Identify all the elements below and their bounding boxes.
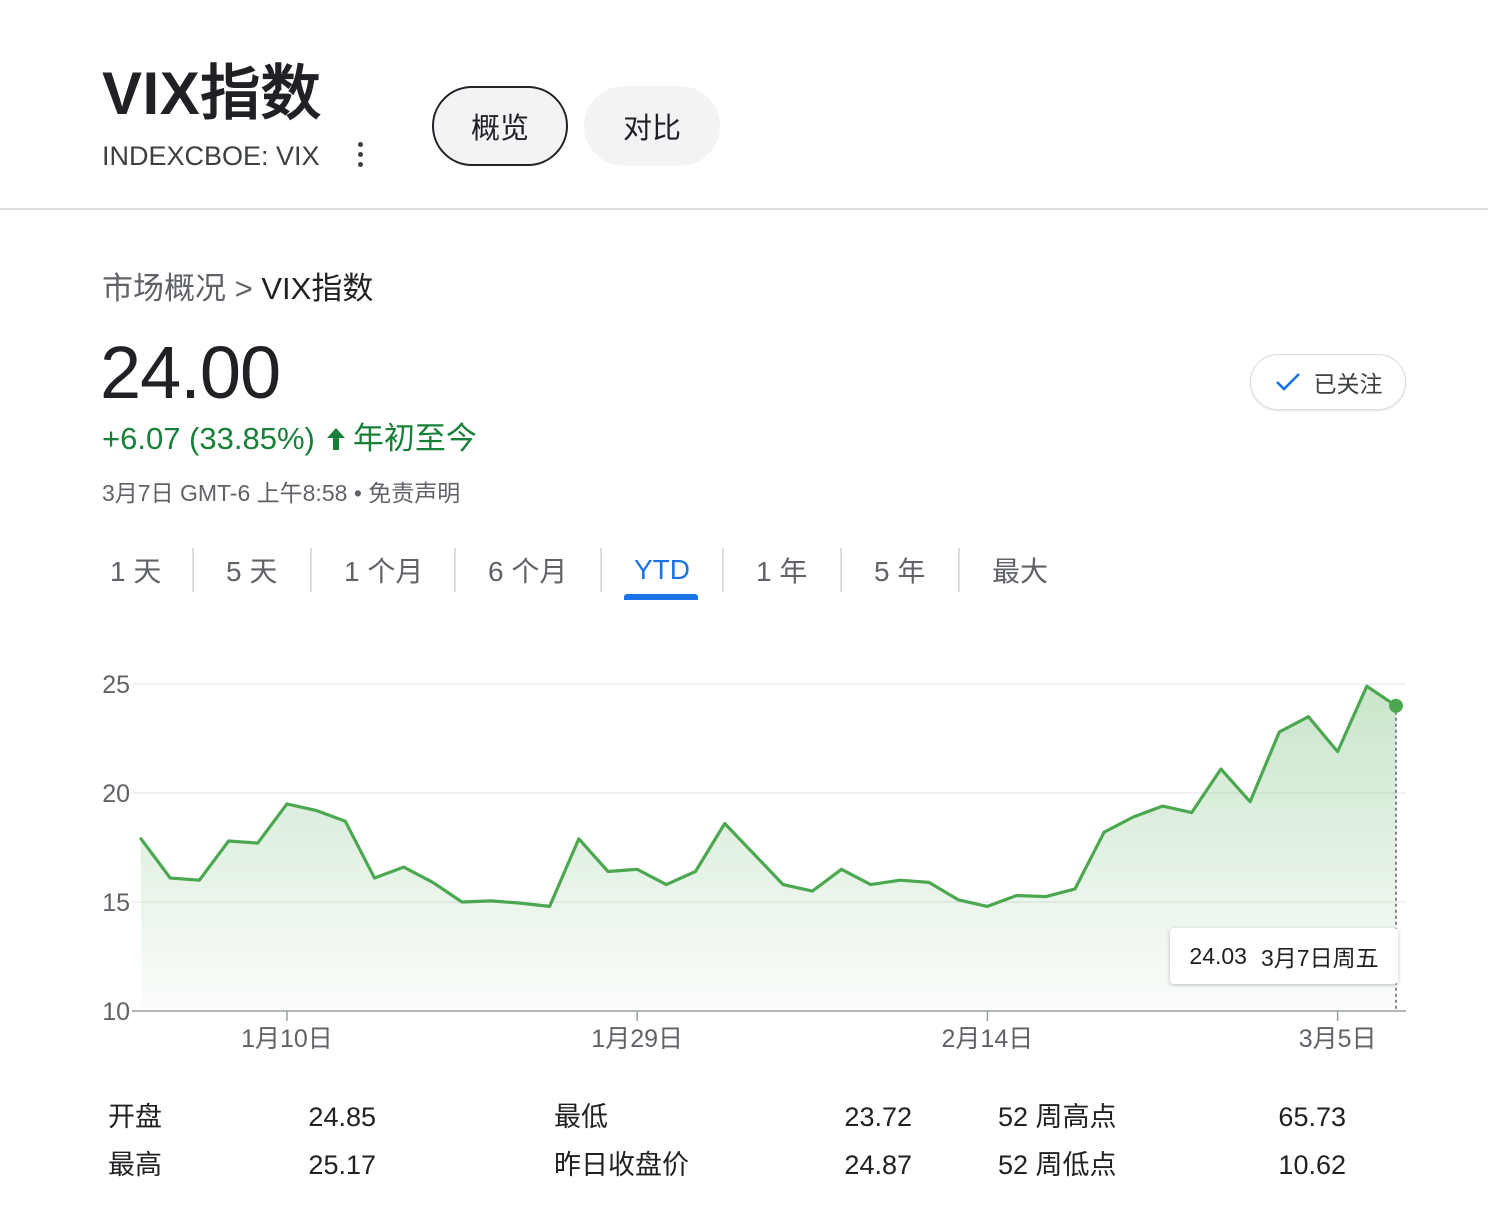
quote-timestamp: 3月7日 GMT-6 上午8:58 bbox=[102, 480, 348, 506]
range-divider bbox=[722, 548, 724, 592]
stat-52w-low-value: 10.62 bbox=[1278, 1150, 1346, 1180]
page-title: VIX指数 bbox=[102, 60, 322, 127]
range-divider bbox=[192, 548, 194, 592]
stat-open-value: 24.85 bbox=[308, 1102, 376, 1132]
breadcrumb-parent-link[interactable]: 市场概况 bbox=[102, 271, 226, 306]
ticker-symbol: INDEXCBOE: VIX bbox=[102, 141, 320, 171]
stat-52w-high-value: 65.73 bbox=[1278, 1102, 1346, 1132]
price-chart[interactable]: 25 20 15 10 1月10日 1月29日 2月14日 3月5日 bbox=[0, 640, 1488, 1060]
tab-compare[interactable]: 对比 bbox=[584, 86, 720, 166]
stat-low-value: 23.72 bbox=[844, 1102, 912, 1132]
y-tick-label: 20 bbox=[102, 780, 130, 808]
y-tick-label: 15 bbox=[102, 889, 130, 917]
header-divider bbox=[0, 208, 1488, 210]
quote-timestamp-row: 3月7日 GMT-6 上午8:58 • 免责声明 bbox=[102, 478, 460, 508]
breadcrumb-separator: > bbox=[234, 271, 253, 306]
range-5d[interactable]: 5 天 bbox=[226, 540, 277, 600]
tab-overview[interactable]: 概览 bbox=[432, 86, 568, 166]
stat-52w-low-label: 52 周低点 bbox=[998, 1150, 1117, 1180]
breadcrumb: 市场概况 > VIX指数 bbox=[102, 270, 373, 308]
range-6m[interactable]: 6 个月 bbox=[488, 540, 567, 600]
stat-high-label: 最高 bbox=[108, 1150, 162, 1180]
price-change-row: +6.07 (33.85%) 年初至今 bbox=[102, 420, 477, 458]
tooltip-date: 3月7日周五 bbox=[1260, 945, 1379, 971]
range-1d[interactable]: 1 天 bbox=[110, 540, 161, 600]
stat-52w-high-label: 52 周高点 bbox=[998, 1102, 1117, 1132]
chart-tooltip: 24.03 3月7日周五 bbox=[1170, 928, 1398, 984]
stat-prev-close-label: 昨日收盘价 bbox=[554, 1150, 689, 1180]
range-1y[interactable]: 1 年 bbox=[756, 540, 807, 600]
range-divider bbox=[454, 548, 456, 592]
range-divider bbox=[310, 548, 312, 592]
separator-dot: • bbox=[353, 480, 362, 506]
stat-prev-close-value: 24.87 bbox=[844, 1150, 912, 1180]
arrow-up-icon bbox=[326, 428, 345, 450]
check-icon bbox=[1275, 373, 1300, 391]
tooltip-value: 24.03 bbox=[1189, 942, 1247, 969]
range-ytd[interactable]: YTD bbox=[634, 540, 690, 600]
active-range-indicator bbox=[624, 594, 698, 600]
range-1m[interactable]: 1 个月 bbox=[344, 540, 423, 600]
range-selector: 1 天 5 天 1 个月 6 个月 YTD 1 年 5 年 最大 bbox=[102, 540, 1082, 604]
stat-high-value: 25.17 bbox=[308, 1150, 376, 1180]
x-tick-label: 1月10日 bbox=[241, 1025, 333, 1053]
period-label: 年初至今 bbox=[352, 421, 477, 456]
stat-low-label: 最低 bbox=[554, 1102, 608, 1132]
range-divider bbox=[600, 548, 602, 592]
y-tick-label: 10 bbox=[102, 998, 130, 1026]
more-vert-icon[interactable] bbox=[348, 138, 372, 172]
follow-button[interactable]: 已关注 bbox=[1250, 354, 1406, 410]
chart-last-point bbox=[1389, 698, 1403, 713]
disclaimer-link[interactable]: 免责声明 bbox=[368, 480, 460, 506]
follow-label: 已关注 bbox=[1313, 371, 1383, 397]
range-divider bbox=[840, 548, 842, 592]
breadcrumb-current: VIX指数 bbox=[261, 271, 374, 306]
range-max[interactable]: 最大 bbox=[992, 540, 1048, 600]
y-tick-label: 25 bbox=[102, 671, 130, 699]
range-5y[interactable]: 5 年 bbox=[874, 540, 925, 600]
x-tick-label: 1月29日 bbox=[591, 1025, 683, 1053]
current-price: 24.00 bbox=[100, 331, 281, 414]
range-divider bbox=[958, 548, 960, 592]
price-change: +6.07 (33.85%) bbox=[102, 421, 315, 456]
stat-open-label: 开盘 bbox=[108, 1102, 162, 1132]
x-tick-label: 2月14日 bbox=[942, 1025, 1034, 1053]
x-tick-label: 3月5日 bbox=[1299, 1025, 1377, 1053]
